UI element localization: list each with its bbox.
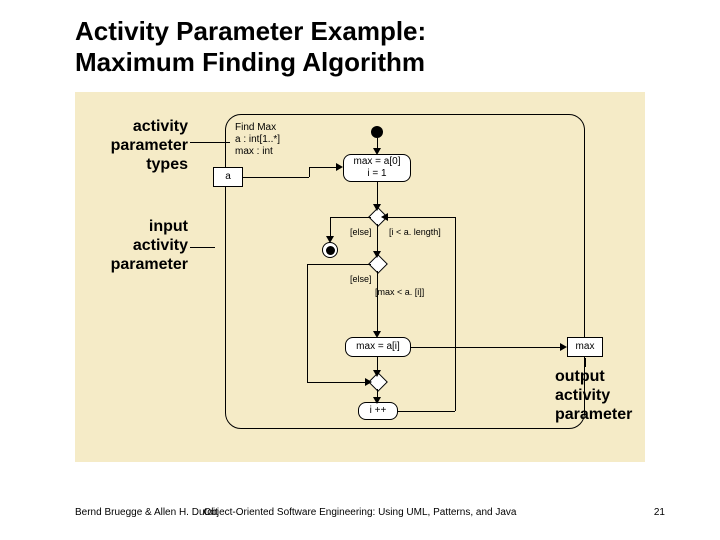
guard-compare: [max < a. [i]]: [375, 287, 424, 298]
action-increment-text: i ++: [370, 405, 387, 417]
edge-d1-final-h: [338, 217, 371, 218]
edge-loop-v: [455, 217, 456, 411]
edge-d2-else-h1: [307, 264, 371, 265]
initial-node-icon: [371, 126, 383, 138]
output-param-max-label: max: [576, 341, 595, 353]
annot-types-line: [190, 142, 230, 143]
param-a-type: a : int[1..*]: [235, 134, 280, 146]
edge-a-to-init-v: [309, 167, 310, 177]
title-line-2: Maximum Finding Algorithm: [75, 47, 425, 77]
input-param-a: a: [213, 167, 243, 187]
edge-loop-h2: [386, 217, 455, 218]
guard-else-top: [else]: [350, 227, 372, 238]
edge-d2-assign-v1: [377, 271, 378, 335]
action-assign: max = a[i]: [345, 337, 411, 357]
annot-output: outputactivityparameter: [555, 367, 632, 425]
edge-a-to-init-h: [243, 177, 309, 178]
action-increment: i ++: [358, 402, 398, 420]
flow-final-icon: [322, 242, 338, 258]
edge-d1-final-h0: [330, 217, 338, 218]
annot-types: activityparametertypes: [88, 117, 188, 175]
edge-d1-d2-arrow: [373, 251, 381, 258]
edge-d1-final-arrow: [326, 236, 334, 243]
action-init-text: max = a[0]i = 1: [354, 156, 401, 180]
diagram-panel: activityparametertypes inputactivitypara…: [75, 92, 645, 462]
edge-d2-assign-arrow: [373, 331, 381, 338]
edge-a-to-init-h2: [309, 167, 339, 168]
annot-output-line: [585, 358, 586, 367]
edge-d2-else-h2: [307, 382, 369, 383]
edge-d2-else-v: [307, 264, 308, 382]
activity-name: Find Max: [235, 122, 276, 134]
annot-input-line: [190, 247, 215, 248]
annot-input: inputactivityparameter: [88, 217, 188, 275]
edge-loop-arrow: [381, 213, 388, 221]
action-init: max = a[0]i = 1: [343, 154, 411, 182]
edge-d2-else-arrow: [365, 378, 372, 386]
param-max-type: max : int: [235, 146, 273, 158]
guard-length: [i < a. length]: [389, 227, 441, 238]
footer-title: Object-Oriented Software Engineering: Us…: [0, 507, 720, 518]
edge-assign-merge-arrow: [373, 370, 381, 377]
edge-loop-h1: [398, 411, 455, 412]
title-line-1: Activity Parameter Example:: [75, 16, 426, 46]
edge-assign-max: [411, 347, 563, 348]
edge-initial-arrow: [373, 148, 381, 155]
edge-init-d1-arrow: [373, 204, 381, 211]
input-param-a-label: a: [225, 171, 231, 183]
page-title: Activity Parameter Example: Maximum Find…: [75, 16, 426, 78]
footer-page: 21: [654, 507, 665, 518]
edge-assign-max-arrow: [560, 343, 567, 351]
flow-final-inner: [326, 246, 335, 255]
guard-else-mid: [else]: [350, 274, 372, 285]
action-assign-text: max = a[i]: [356, 341, 400, 353]
edge-a-arrowhead: [336, 163, 343, 171]
output-param-max: max: [567, 337, 603, 357]
edge-merge-inc-arrow: [373, 397, 381, 404]
